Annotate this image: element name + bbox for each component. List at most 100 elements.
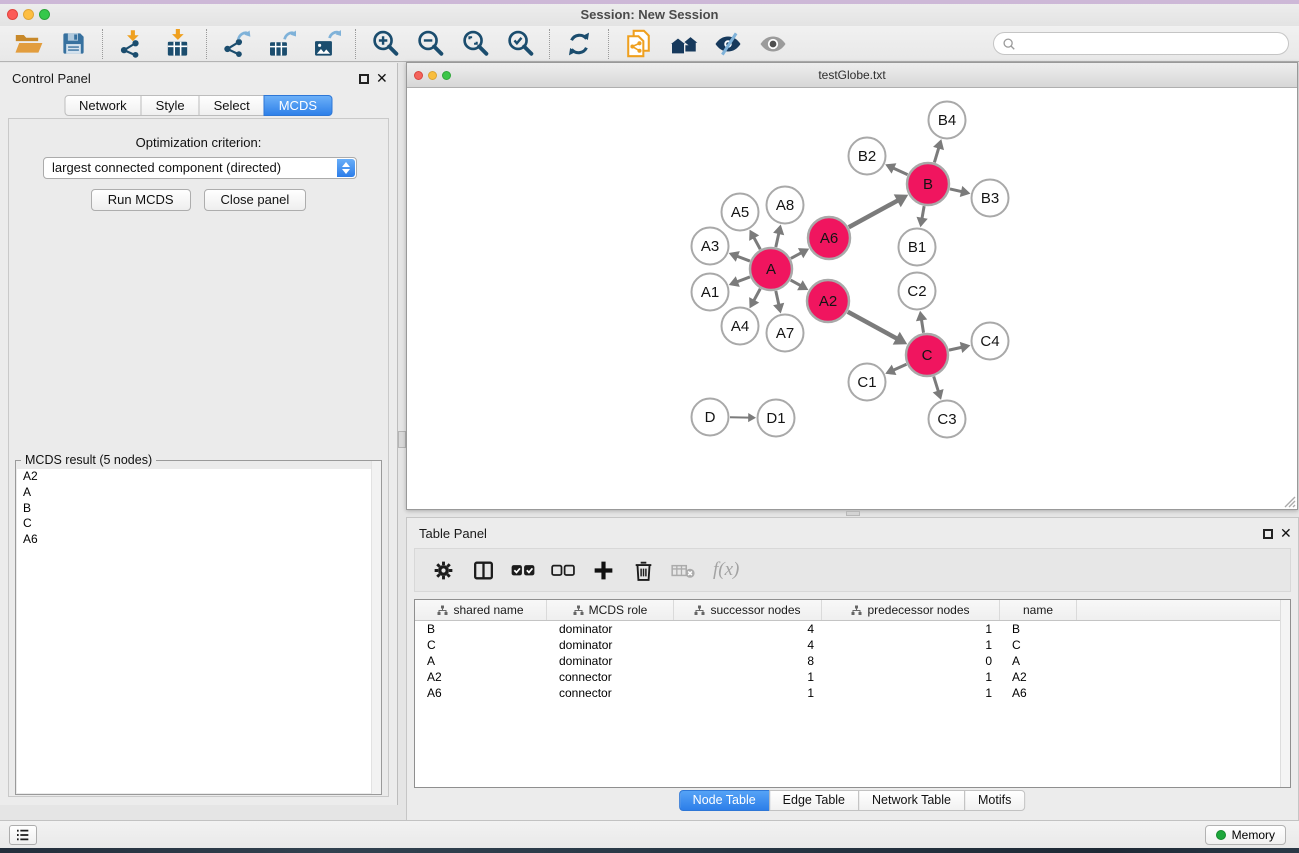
table-cell[interactable]: 1 (822, 669, 1000, 685)
close-window-button[interactable] (7, 9, 18, 20)
minimize-window-button[interactable] (23, 9, 34, 20)
equation-builder-button[interactable]: f(x) (709, 559, 739, 581)
graph-edge-C-C4[interactable] (949, 347, 962, 350)
mcds-result-list[interactable]: A2ABCA6 (17, 469, 380, 793)
tab-network[interactable]: Network (64, 95, 142, 116)
network-minimize-button[interactable] (428, 71, 437, 80)
column-header-successor-nodes[interactable]: successor nodes (674, 600, 822, 620)
table-cell[interactable]: 1 (674, 669, 822, 685)
vertical-splitter-grip[interactable] (398, 431, 406, 448)
close-panel-button-2[interactable]: Close panel (204, 189, 307, 211)
resize-grip-icon[interactable] (1280, 492, 1296, 508)
table-cell[interactable]: 0 (822, 653, 1000, 669)
duplicate-network-button[interactable] (622, 28, 654, 60)
graph-edge-C-C2[interactable] (921, 319, 923, 332)
zoom-in-button[interactable] (369, 28, 401, 60)
graph-edge-B-B1[interactable] (922, 206, 924, 219)
mcds-result-item[interactable]: C (17, 516, 380, 532)
save-session-button[interactable] (57, 28, 89, 60)
graph-edge-B-B2[interactable] (893, 168, 907, 175)
show-columns-button[interactable] (469, 556, 497, 584)
table-cell[interactable]: connector (547, 669, 674, 685)
graph-edge-B-B4[interactable] (934, 148, 938, 163)
table-cell[interactable]: A6 (1000, 685, 1077, 701)
graph-edge-A-A8[interactable] (776, 233, 779, 247)
table-cell[interactable]: 4 (674, 621, 822, 637)
delete-table-button[interactable] (669, 556, 697, 584)
table-cell[interactable]: C (415, 637, 547, 653)
search-input[interactable] (1021, 37, 1280, 51)
first-neighbors-button[interactable] (667, 28, 699, 60)
export-network-button[interactable] (220, 28, 252, 60)
mcds-result-item[interactable]: A (17, 485, 380, 501)
graph-edge-A-A4[interactable] (754, 289, 761, 301)
tab-node-table[interactable]: Node Table (679, 790, 770, 811)
float-panel-button[interactable] (359, 74, 369, 84)
graph-edge-C-C1[interactable] (893, 364, 906, 370)
graph-edge-A-A7[interactable] (776, 291, 779, 305)
column-header-shared-name[interactable]: shared name (415, 600, 547, 620)
export-table-button[interactable] (265, 28, 297, 60)
table-cell[interactable]: 8 (674, 653, 822, 669)
tab-style[interactable]: Style (141, 95, 200, 116)
run-mcds-button[interactable]: Run MCDS (91, 189, 191, 211)
dropdown-stepper[interactable] (337, 159, 355, 177)
deselect-all-button[interactable] (549, 556, 577, 584)
table-cell[interactable]: C (1000, 637, 1077, 653)
table-cell[interactable]: dominator (547, 637, 674, 653)
hide-graphics-details-button[interactable] (712, 28, 744, 60)
open-session-button[interactable] (12, 28, 44, 60)
close-panel-button[interactable]: ✕ (376, 70, 388, 87)
tab-select[interactable]: Select (199, 95, 265, 116)
network-canvas[interactable]: B4B2BB3A5A8A6B1A3AC2A1A2A4A7C4CC1C3DD1 (407, 88, 1297, 509)
column-header-predecessor-nodes[interactable]: predecessor nodes (822, 600, 1000, 620)
tab-motifs[interactable]: Motifs (964, 790, 1025, 811)
table-cell[interactable]: 1 (822, 621, 1000, 637)
float-table-panel-button[interactable] (1263, 529, 1273, 539)
graph-edge-A-A5[interactable] (754, 237, 761, 249)
table-cell[interactable]: dominator (547, 653, 674, 669)
table-row[interactable]: Bdominator41B (415, 621, 1290, 637)
table-settings-button[interactable] (429, 556, 457, 584)
graph-edge-A-A3[interactable] (737, 256, 750, 261)
table-cell[interactable]: dominator (547, 621, 674, 637)
horizontal-splitter[interactable] (406, 510, 1299, 517)
network-zoom-button[interactable] (442, 71, 451, 80)
refresh-view-button[interactable] (563, 28, 595, 60)
horizontal-splitter-grip[interactable] (846, 511, 860, 516)
table-cell[interactable]: B (415, 621, 547, 637)
table-cell[interactable]: B (1000, 621, 1077, 637)
table-cell[interactable]: A2 (415, 669, 547, 685)
graph-edge-A-A6[interactable] (791, 253, 802, 259)
table-cell[interactable]: 1 (822, 637, 1000, 653)
criterion-dropdown[interactable]: largest connected component (directed) (43, 157, 357, 179)
import-network-button[interactable] (116, 28, 148, 60)
table-cell[interactable]: 1 (674, 685, 822, 701)
network-close-button[interactable] (414, 71, 423, 80)
table-cell[interactable]: 4 (674, 637, 822, 653)
show-graphics-details-button[interactable] (757, 28, 789, 60)
zoom-window-button[interactable] (39, 9, 50, 20)
select-all-button[interactable] (509, 556, 537, 584)
mcds-result-item[interactable]: A6 (17, 532, 380, 548)
table-cell[interactable]: connector (547, 685, 674, 701)
table-scrollbar[interactable] (1280, 600, 1290, 787)
graph-edge-C-C3[interactable] (934, 376, 939, 391)
zoom-selected-button[interactable] (504, 28, 536, 60)
table-cell[interactable]: A6 (415, 685, 547, 701)
mcds-result-item[interactable]: B (17, 501, 380, 517)
create-column-button[interactable] (589, 556, 617, 584)
delete-columns-button[interactable] (629, 556, 657, 584)
graph-edge-A2-C[interactable] (848, 312, 897, 339)
tab-mcds[interactable]: MCDS (264, 95, 332, 116)
zoom-fit-button[interactable] (459, 28, 491, 60)
close-table-panel-button[interactable]: ✕ (1280, 525, 1292, 542)
table-row[interactable]: A2connector11A2 (415, 669, 1290, 685)
mcds-result-item[interactable]: A2 (17, 469, 380, 485)
column-header-name[interactable]: name (1000, 600, 1077, 620)
graph-edge-A-A1[interactable] (737, 277, 750, 282)
mcds-list-scrollbar[interactable] (371, 461, 381, 794)
table-row[interactable]: Adominator80A (415, 653, 1290, 669)
window-titlebar[interactable]: Session: New Session (0, 4, 1299, 26)
export-image-button[interactable] (310, 28, 342, 60)
